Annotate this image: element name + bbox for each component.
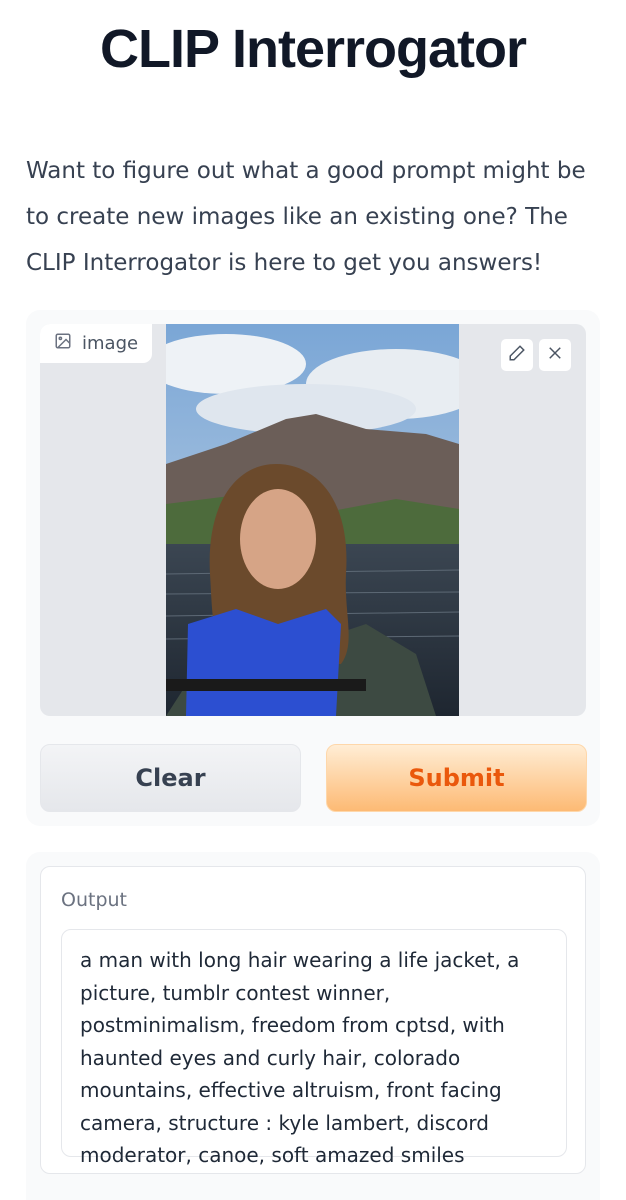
- remove-image-button[interactable]: [538, 338, 572, 372]
- pencil-icon: [508, 344, 526, 366]
- uploaded-photo: [166, 324, 459, 716]
- image-label-tag: image: [40, 324, 154, 364]
- image-icon: [54, 332, 72, 355]
- submit-button[interactable]: Submit: [326, 744, 587, 812]
- output-textbox[interactable]: a man with long hair wearing a life jack…: [61, 929, 567, 1167]
- output-label: Output: [61, 889, 127, 911]
- page: CLIP Interrogator Want to figure out wha…: [0, 0, 626, 1200]
- image-label: image: [82, 333, 139, 354]
- output-card: Output a man with long hair wearing a li…: [40, 866, 586, 1174]
- input-panel: image Clear Submit: [26, 310, 600, 826]
- close-icon: [546, 344, 564, 366]
- clear-button[interactable]: Clear: [40, 744, 301, 812]
- image-upload-area[interactable]: image: [40, 324, 586, 716]
- description: Want to figure out what a good prompt mi…: [26, 158, 586, 276]
- edit-image-button[interactable]: [500, 338, 534, 372]
- output-panel: Output a man with long hair wearing a li…: [26, 852, 600, 1200]
- page-title: CLIP Interrogator: [99, 19, 527, 79]
